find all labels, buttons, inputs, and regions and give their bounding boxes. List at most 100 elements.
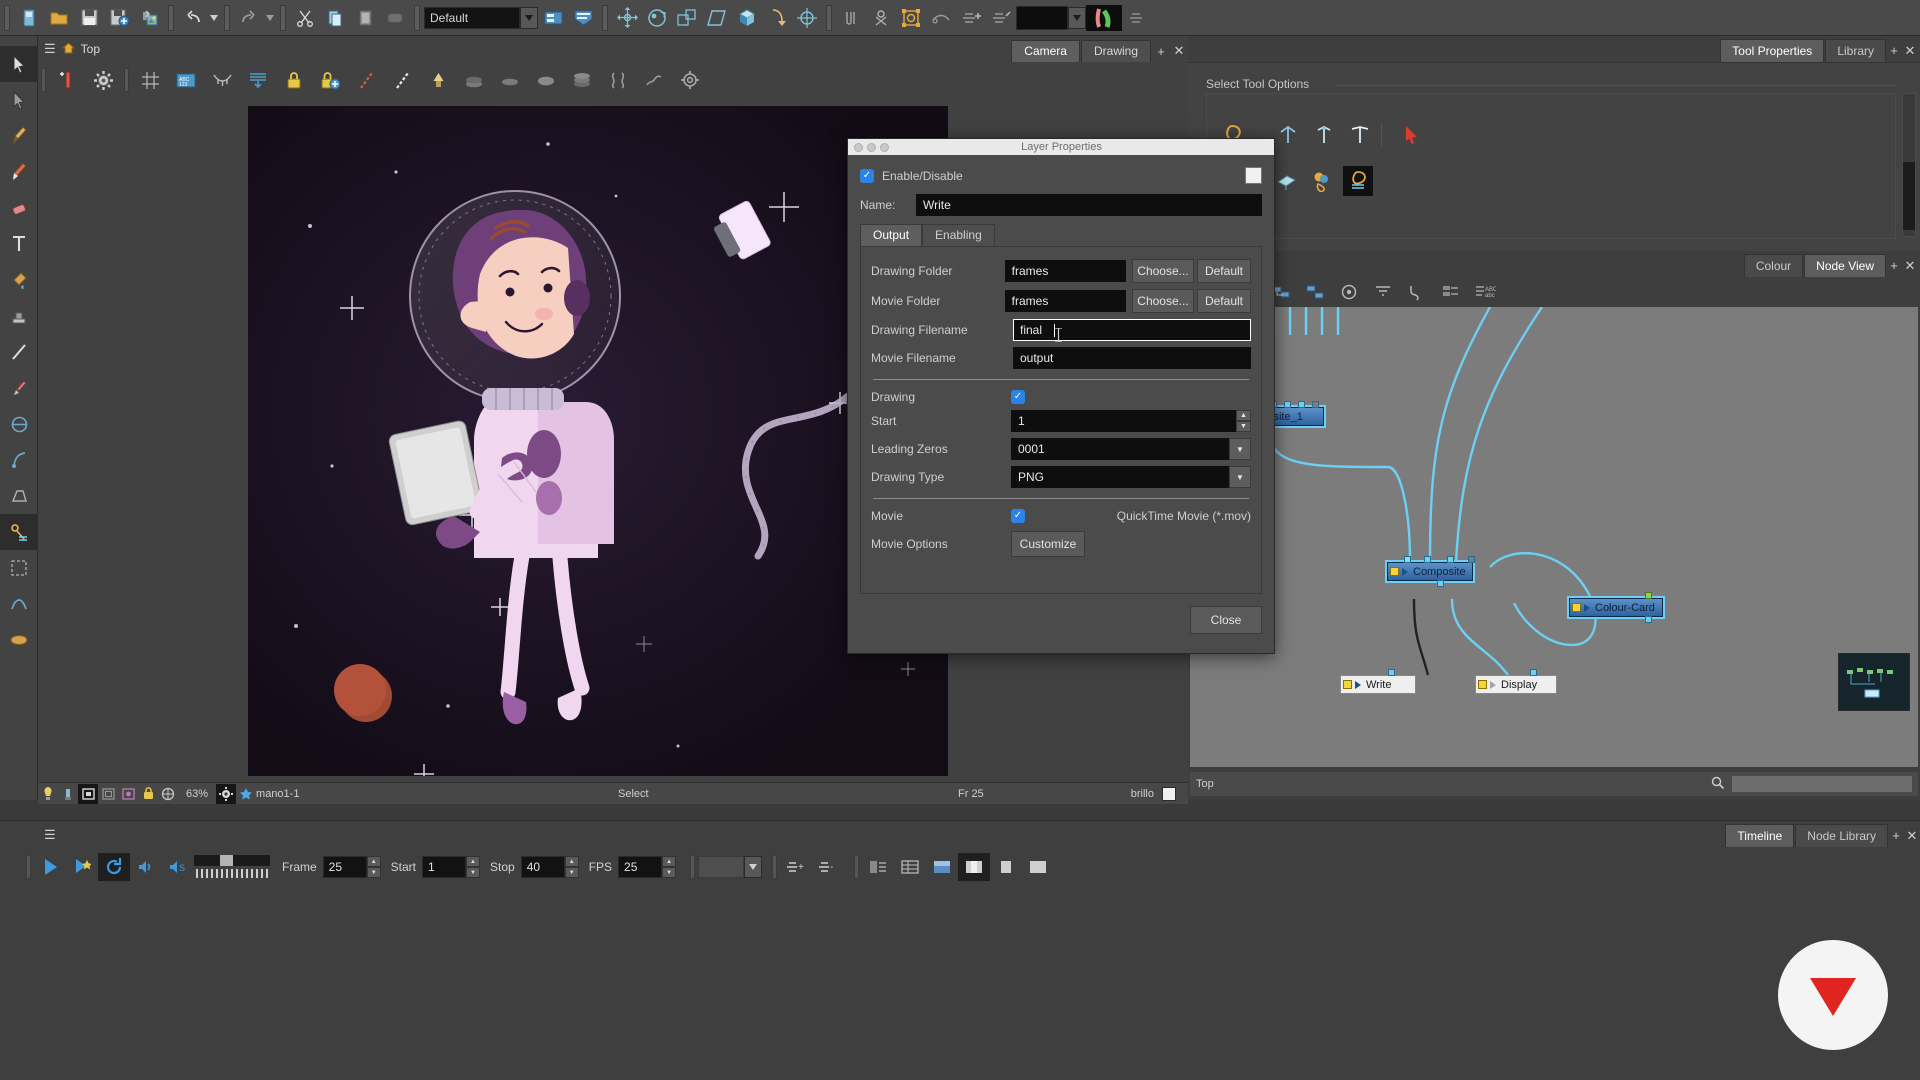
node-search-icon[interactable]: ABC abc: [1472, 280, 1498, 304]
apply-to-line-and-colour-icon[interactable]: [1343, 166, 1373, 196]
status-lamp-icon[interactable]: [58, 784, 78, 804]
copy-icon[interactable]: [320, 4, 350, 32]
tool-smooth-icon[interactable]: [0, 586, 38, 622]
drawing-filename-input[interactable]: final: [1013, 319, 1251, 343]
tab-tool-properties[interactable]: Tool Properties: [1720, 39, 1825, 62]
cursor-arrow-icon[interactable]: [1397, 120, 1427, 150]
add-timeline-panel-icon[interactable]: +: [1888, 824, 1904, 847]
tool-inkpot-icon[interactable]: [0, 622, 38, 658]
status-fullscreen-icon[interactable]: [78, 783, 98, 804]
current-colour-chip[interactable]: [1162, 786, 1176, 801]
fps-input[interactable]: 25: [618, 856, 663, 878]
align-nodes-icon[interactable]: [1370, 280, 1396, 304]
colour-dropdown-chevron-down-icon[interactable]: [1068, 6, 1086, 29]
tool-perspective-icon[interactable]: [0, 478, 38, 514]
tool-select-icon[interactable]: [0, 46, 38, 82]
node-enable-square-icon[interactable]: [1343, 680, 1352, 689]
split-view-horizontal-icon[interactable]: [926, 853, 958, 881]
wide-view-icon[interactable]: [1022, 853, 1054, 881]
timeline-toolbar-grip-3[interactable]: [772, 855, 778, 879]
import-images-icon[interactable]: [134, 4, 164, 32]
enable-disable-checkbox[interactable]: ✓: [860, 168, 874, 183]
3d-transform-icon[interactable]: [732, 4, 762, 32]
status-light-icon[interactable]: [38, 784, 58, 804]
status-rotate-icon[interactable]: [158, 784, 178, 804]
show-selection-icon[interactable]: [896, 4, 926, 32]
toolbar-grip-5[interactable]: [414, 4, 420, 31]
drawing-folder-default-button[interactable]: Default: [1196, 259, 1251, 283]
tool-properties-scrollbar[interactable]: [1902, 93, 1916, 237]
timeline-zoom-chevron-down-icon[interactable]: [744, 856, 763, 878]
node-enable-square-icon[interactable]: [1390, 567, 1399, 576]
open-scene-icon[interactable]: [44, 4, 74, 32]
node-port-out[interactable]: [1645, 616, 1652, 623]
start-stepper[interactable]: ▲ ▼: [1236, 410, 1251, 432]
leading-zeros-chevron-down-icon[interactable]: ▼: [1229, 438, 1251, 460]
rig-tool-icon[interactable]: [926, 4, 956, 32]
node-enable-square-icon[interactable]: [1572, 603, 1581, 612]
leading-zeros-select[interactable]: 0001: [1011, 438, 1229, 460]
show-drawing-thumbnails-icon[interactable]: [862, 853, 894, 881]
close-view-icon[interactable]: ✕: [1170, 40, 1188, 62]
node-enable-square-icon[interactable]: [1478, 680, 1487, 689]
snap-to-alignment-grid-icon[interactable]: [1309, 120, 1339, 150]
remove-keyframe-icon[interactable]: [986, 4, 1016, 32]
start-input[interactable]: 1: [422, 856, 467, 878]
node-port-in[interactable]: [1388, 669, 1395, 676]
movie-folder-default-button[interactable]: Default: [1196, 289, 1251, 313]
stop-input[interactable]: 40: [520, 856, 565, 878]
movie-folder-input[interactable]: frames: [1004, 290, 1126, 312]
delete-keyframe-timeline-icon[interactable]: -: [812, 853, 844, 881]
drawing-folder-input[interactable]: frames: [1004, 260, 1126, 282]
close-node-panel-icon[interactable]: ✕: [1902, 254, 1918, 277]
node-expand-triangle-icon[interactable]: [1402, 567, 1408, 576]
split-view-vertical-icon[interactable]: [958, 853, 991, 881]
tab-camera[interactable]: Camera: [1011, 40, 1080, 62]
redo-dropdown-icon[interactable]: [264, 4, 276, 32]
customize-button[interactable]: Customize: [1011, 531, 1085, 557]
status-colour-icon[interactable]: [236, 784, 256, 804]
tab-library[interactable]: Library: [1825, 39, 1886, 62]
camera-canvas[interactable]: [248, 106, 948, 776]
status-safe-area-icon[interactable]: [98, 784, 118, 804]
node-port-in[interactable]: [1284, 401, 1291, 408]
select-by-colour-icon[interactable]: [1307, 166, 1337, 196]
tab-node-view[interactable]: Node View: [1804, 254, 1886, 277]
save-icon[interactable]: [74, 4, 104, 32]
timeline-menu-icon[interactable]: ☰: [44, 827, 56, 843]
current-colour-swatch[interactable]: [1016, 5, 1068, 30]
add-keyframe-icon[interactable]: [956, 4, 986, 32]
toolbar-grip-6[interactable]: [602, 4, 608, 31]
stack-thick-icon[interactable]: [528, 65, 564, 95]
toolbar-grip-7[interactable]: [826, 4, 832, 31]
cut-icon[interactable]: [290, 4, 320, 32]
camera-settings-gear-icon[interactable]: [85, 65, 121, 95]
tool-morph-icon[interactable]: [0, 406, 38, 442]
close-button[interactable]: Close: [1190, 606, 1262, 634]
node-port-in[interactable]: [1447, 556, 1454, 563]
node-port-in[interactable]: [1404, 556, 1411, 563]
dialog-minimize-dot-icon[interactable]: [867, 142, 876, 152]
tool-line-icon[interactable]: [0, 334, 38, 370]
align-tool-icon[interactable]: [1122, 4, 1152, 32]
toolbar-grip-3[interactable]: [224, 4, 230, 31]
snap-and-align-icon[interactable]: [1345, 120, 1375, 150]
translate-tool-icon[interactable]: [612, 4, 642, 32]
tool-deform-icon[interactable]: [0, 514, 38, 550]
frame-stepper[interactable]: ▲ ▼: [366, 856, 381, 878]
light-table-icon[interactable]: ABC 123: [168, 65, 204, 95]
tool-rectangle-icon[interactable]: [0, 550, 38, 586]
node-view-zoom-slider[interactable]: [1732, 776, 1912, 792]
focus-node-icon[interactable]: [1336, 280, 1362, 304]
tool-contour-icon[interactable]: [0, 442, 38, 478]
show-strokes-icon[interactable]: [348, 65, 384, 95]
frame-input[interactable]: 25: [322, 856, 367, 878]
camera-view-menu-icon[interactable]: ☰: [44, 41, 56, 57]
timeline-zoom-field[interactable]: [698, 856, 745, 878]
tool-eraser-icon[interactable]: [0, 190, 38, 226]
preset-tools-icon[interactable]: [568, 4, 598, 32]
single-view-icon[interactable]: [990, 853, 1022, 881]
tab-colour[interactable]: Colour: [1743, 254, 1804, 277]
status-element-gear-icon[interactable]: [216, 783, 237, 804]
show-strokes-all-icon[interactable]: [384, 65, 420, 95]
